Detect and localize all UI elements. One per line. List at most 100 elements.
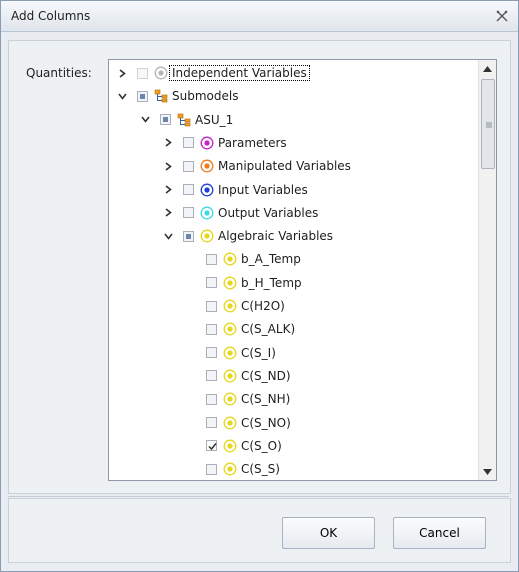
item-checkbox[interactable] (183, 184, 194, 195)
item-checkbox[interactable] (137, 67, 148, 79)
chevron-down-icon[interactable] (163, 231, 173, 241)
tree-item-label: Parameters (218, 135, 287, 150)
radio-yellow-icon (223, 392, 237, 406)
tree-item[interactable]: C(S_ALK) (109, 318, 496, 340)
radio-yellow-icon (223, 252, 237, 266)
tree-item[interactable]: Input Variables (109, 179, 496, 201)
chevron-right-icon[interactable] (163, 161, 173, 171)
chevron-down-icon[interactable] (140, 115, 150, 125)
tree-item-label: Independent Variables (169, 65, 310, 81)
radio-yellow-icon (223, 416, 237, 430)
item-checkbox[interactable] (206, 277, 217, 289)
tree-item-label: C(S_NO) (241, 415, 291, 430)
item-checkbox[interactable] (183, 137, 194, 149)
item-checkbox[interactable] (206, 370, 217, 382)
item-checkbox[interactable] (137, 90, 148, 102)
item-checkbox[interactable] (206, 440, 217, 452)
scroll-down-icon[interactable] (479, 463, 496, 480)
tree-item-label: Output Variables (218, 205, 319, 220)
tree-item[interactable]: b_A_Temp (109, 248, 496, 270)
item-checkbox[interactable] (206, 300, 217, 312)
tree-item-label: C(S_S) (241, 462, 280, 477)
tree-item-label: C(S_I) (241, 345, 276, 360)
chevron-right-icon[interactable] (163, 138, 173, 148)
item-checkbox[interactable] (206, 393, 217, 405)
radio-orange-icon (200, 159, 214, 173)
item-checkbox[interactable] (183, 230, 194, 242)
chevron-down-icon[interactable] (117, 91, 127, 101)
tree-item-label: C(S_O) (241, 438, 282, 453)
tree-item[interactable]: C(S_ND) (109, 365, 496, 387)
radio-yellow-icon (223, 462, 237, 476)
tree-item[interactable]: C(S_NH) (109, 388, 496, 410)
radio-yellow-icon (223, 346, 237, 360)
tree-item[interactable]: C(S_S) (109, 458, 496, 480)
item-checkbox[interactable] (206, 463, 217, 475)
tree-item[interactable]: b_H_Temp (109, 272, 496, 294)
tree-item[interactable]: Parameters (109, 132, 496, 154)
radio-yellow-icon (223, 276, 237, 290)
hierarchy-icon (154, 89, 168, 103)
tree-item[interactable]: Independent Variables (109, 62, 483, 84)
chevron-right-icon[interactable] (163, 185, 173, 195)
radio-cyan-icon (200, 206, 214, 220)
close-icon[interactable] (494, 8, 510, 24)
item-checkbox[interactable] (206, 253, 217, 265)
tree-item-label: Input Variables (218, 182, 308, 197)
tree-item[interactable]: Output Variables (109, 202, 496, 224)
radio-yellow-icon (223, 299, 237, 313)
radio-gray-icon (154, 66, 168, 80)
vertical-scrollbar[interactable] (478, 60, 496, 480)
tree-item-label: Algebraic Variables (218, 229, 334, 244)
tree-item[interactable]: Submodels (109, 85, 483, 107)
quantities-tree[interactable]: Independent Variables Submodels ASU_1 Param… (108, 59, 497, 481)
tree-item-label: b_A_Temp (241, 252, 301, 267)
radio-magenta-icon (200, 136, 214, 150)
scroll-up-icon[interactable] (479, 60, 496, 77)
chevron-right-icon[interactable] (163, 208, 173, 218)
tree-item[interactable]: Algebraic Variables (109, 225, 496, 247)
tree-item[interactable]: C(H2O) (109, 295, 496, 317)
item-checkbox[interactable] (206, 323, 217, 335)
ok-button[interactable]: OK (282, 517, 375, 549)
item-checkbox[interactable] (206, 347, 217, 359)
cancel-button[interactable]: Cancel (393, 517, 486, 549)
tree-item-label: Submodels (172, 89, 239, 104)
tree-item[interactable]: Manipulated Variables (109, 155, 496, 177)
tree-item-label: C(S_NH) (241, 392, 291, 407)
tree-item[interactable]: C(S_NO) (109, 412, 496, 434)
radio-yellow-icon (223, 369, 237, 383)
radio-yellow-icon (223, 322, 237, 336)
tree-item[interactable]: C(S_I) (109, 342, 496, 364)
chevron-right-icon[interactable] (117, 68, 127, 78)
item-checkbox[interactable] (183, 207, 194, 219)
title-bar: Add Columns (1, 1, 518, 32)
footer-separator (8, 496, 509, 497)
tree-item[interactable]: ASU_1 (109, 109, 496, 131)
scroll-thumb[interactable] (481, 79, 495, 169)
tree-item-label: C(H2O) (241, 299, 285, 313)
tree-item-label: ASU_1 (195, 112, 234, 127)
radio-blue-icon (200, 183, 214, 197)
dialog-title: Add Columns (11, 9, 91, 23)
item-checkbox[interactable] (183, 160, 194, 172)
tree-item[interactable]: C(S_O) (109, 435, 496, 457)
tree-item-label: Manipulated Variables (218, 159, 351, 174)
tree-item-label: b_H_Temp (241, 275, 302, 290)
radio-yellow-icon (200, 229, 214, 243)
item-checkbox[interactable] (206, 417, 217, 428)
item-checkbox[interactable] (160, 114, 171, 126)
quantities-label: Quantities: (26, 66, 92, 80)
tree-item-label: C(S_ALK) (241, 322, 296, 337)
tree-item-label: C(S_ND) (241, 368, 291, 383)
hierarchy-icon (177, 113, 191, 127)
